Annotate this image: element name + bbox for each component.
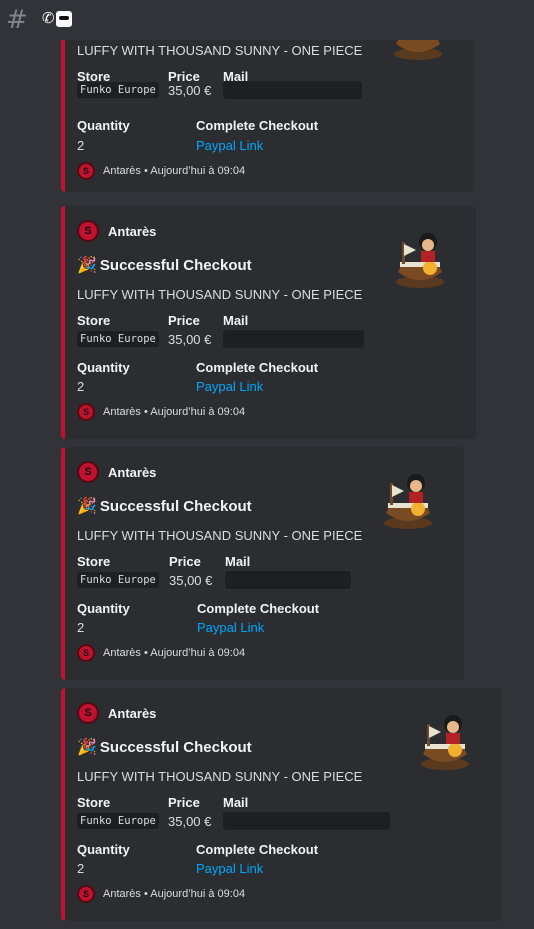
- phone-icon: ✆: [42, 10, 55, 27]
- store-label: Store: [77, 313, 111, 328]
- quantity-value: 2: [77, 138, 85, 153]
- product-thumbnail[interactable]: [415, 710, 475, 770]
- embed-title: 🎉 Successful Checkout: [77, 737, 252, 757]
- embed-footer: S Antarès • Aujourd’hui à 09:04: [77, 162, 245, 180]
- channel-header: # ✆: [0, 0, 534, 40]
- store-value: Funko Europe: [77, 813, 159, 829]
- embed-author: S Antarès: [77, 219, 156, 243]
- title-text: Successful Checkout: [99, 497, 252, 515]
- footer-avatar: S: [77, 162, 95, 180]
- complete-checkout-label: Complete Checkout: [196, 842, 319, 857]
- skull-mask-icon: [55, 11, 72, 28]
- store-value: Funko Europe: [77, 331, 159, 347]
- footer-avatar: S: [77, 644, 95, 662]
- mail-label: Mail: [223, 795, 249, 810]
- party-popper-icon: 🎉: [77, 498, 97, 515]
- price-label: Price: [168, 795, 200, 810]
- complete-checkout-label: Complete Checkout: [196, 118, 319, 133]
- paypal-link[interactable]: Paypal Link: [196, 379, 263, 394]
- quantity-value: 2: [77, 861, 85, 876]
- mail-label: Mail: [223, 313, 249, 328]
- embed-title: 🎉 Successful Checkout: [77, 496, 252, 516]
- mail-spoiler[interactable]: [223, 81, 362, 99]
- author-avatar[interactable]: S: [77, 702, 99, 724]
- price-label: Price: [168, 313, 200, 328]
- embed-author: S Antarès: [77, 701, 156, 725]
- embed-footer: S Antarès • Aujourd’hui à 09:04: [77, 403, 245, 421]
- embed-footer: S Antarès • Aujourd’hui à 09:04: [77, 885, 245, 903]
- product-name: LUFFY WITH THOUSAND SUNNY - ONE PIECE: [77, 528, 363, 543]
- product-thumbnail[interactable]: [378, 469, 438, 529]
- author-avatar[interactable]: S: [77, 461, 99, 483]
- mail-spoiler[interactable]: [223, 812, 390, 830]
- price-value: 35,00 €: [168, 332, 212, 347]
- title-text: Successful Checkout: [99, 256, 252, 274]
- party-popper-icon: 🎉: [77, 257, 97, 274]
- quantity-label: Quantity: [77, 601, 130, 616]
- quantity-label: Quantity: [77, 118, 130, 133]
- price-label: Price: [169, 554, 201, 569]
- quantity-value: 2: [77, 620, 85, 635]
- product-name: LUFFY WITH THOUSAND SUNNY - ONE PIECE: [77, 769, 363, 784]
- mail-spoiler[interactable]: [223, 330, 364, 348]
- checkout-embed: S Antarès 🎉 Successful Checkout LUFFY WI…: [61, 206, 476, 439]
- price-value: 35,00 €: [168, 83, 212, 98]
- store-value: Funko Europe: [77, 82, 159, 98]
- quantity-label: Quantity: [77, 360, 130, 375]
- complete-checkout-label: Complete Checkout: [197, 601, 320, 616]
- complete-checkout-label: Complete Checkout: [196, 360, 319, 375]
- channel-name[interactable]: ✆: [42, 9, 72, 28]
- channel-hash-icon: #: [6, 5, 28, 35]
- party-popper-icon: 🎉: [77, 739, 97, 756]
- store-label: Store: [77, 554, 111, 569]
- embed-author: S Antarès: [77, 460, 156, 484]
- author-name[interactable]: Antarès: [108, 706, 156, 721]
- product-name: LUFFY WITH THOUSAND SUNNY - ONE PIECE: [77, 43, 363, 58]
- footer-text: Antarès • Aujourd’hui à 09:04: [103, 406, 246, 418]
- store-value: Funko Europe: [77, 572, 159, 588]
- checkout-embed: S Antarès 🎉 Successful Checkout LUFFY WI…: [61, 688, 502, 921]
- paypal-link[interactable]: Paypal Link: [196, 861, 263, 876]
- author-name[interactable]: Antarès: [108, 224, 156, 239]
- embed-footer: S Antarès • Aujourd’hui à 09:04: [77, 644, 245, 662]
- price-value: 35,00 €: [168, 814, 212, 829]
- footer-avatar: S: [77, 403, 95, 421]
- footer-text: Antarès • Aujourd’hui à 09:04: [103, 165, 246, 177]
- footer-avatar: S: [77, 885, 95, 903]
- embed-title: 🎉 Successful Checkout: [77, 255, 252, 275]
- quantity-value: 2: [77, 379, 85, 394]
- store-label: Store: [77, 795, 111, 810]
- quantity-label: Quantity: [77, 842, 130, 857]
- footer-text: Antarès • Aujourd’hui à 09:04: [103, 888, 246, 900]
- product-thumbnail[interactable]: [390, 228, 450, 288]
- paypal-link[interactable]: Paypal Link: [197, 620, 264, 635]
- mail-label: Mail: [225, 554, 251, 569]
- price-value: 35,00 €: [169, 573, 213, 588]
- author-avatar[interactable]: S: [77, 220, 99, 242]
- paypal-link[interactable]: Paypal Link: [196, 138, 263, 153]
- title-text: Successful Checkout: [99, 738, 252, 756]
- footer-text: Antarès • Aujourd’hui à 09:04: [103, 647, 246, 659]
- product-name: LUFFY WITH THOUSAND SUNNY - ONE PIECE: [77, 287, 363, 302]
- mail-spoiler[interactable]: [225, 571, 351, 589]
- price-label: Price: [168, 69, 200, 84]
- author-name[interactable]: Antarès: [108, 465, 156, 480]
- checkout-embed: S Antarès 🎉 Successful Checkout LUFFY WI…: [61, 447, 464, 680]
